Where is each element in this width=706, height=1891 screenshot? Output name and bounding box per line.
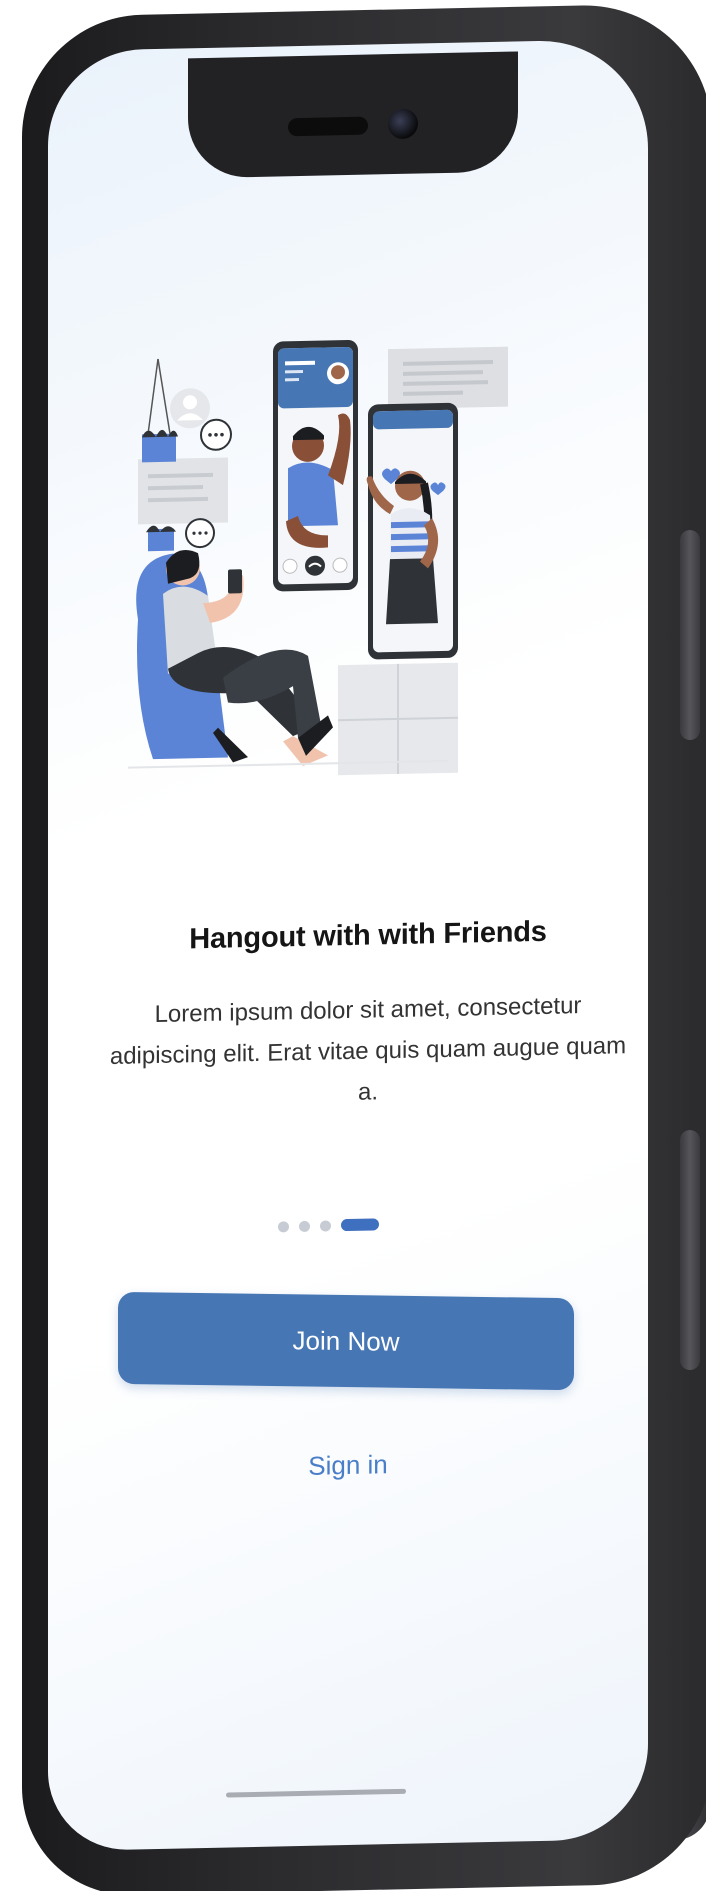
chat-panel-shape (138, 457, 228, 525)
page-indicator (278, 1213, 438, 1236)
phone-mockup-scene: Hangout with with Friends Lorem ipsum do… (0, 0, 706, 1891)
notch (188, 51, 518, 179)
video-call-illustration (128, 339, 508, 776)
plant-pot (142, 433, 176, 463)
page-dot[interactable] (278, 1220, 289, 1232)
onboarding-description: Lorem ipsum dolor sit amet, consectetur … (109, 992, 627, 1106)
video-call-phone-right (366, 402, 458, 660)
page-dot-active[interactable] (341, 1218, 379, 1232)
volume-button (680, 530, 700, 740)
join-now-button[interactable]: Join Now (118, 1291, 574, 1391)
phone-screen: Hangout with with Friends Lorem ipsum do… (48, 38, 648, 1852)
chat-bubble-icon (200, 418, 232, 451)
chat-bubble-icon (185, 518, 215, 549)
power-button (680, 1130, 700, 1370)
front-camera-icon (388, 108, 418, 140)
onboarding-title: Hangout with with Friends (189, 915, 547, 956)
page-dot[interactable] (299, 1220, 310, 1232)
home-indicator[interactable] (226, 1788, 406, 1798)
speaker-grille (288, 116, 368, 137)
sign-in-link[interactable]: Sign in (208, 1447, 488, 1484)
phone-in-hand (228, 569, 242, 594)
page-dot[interactable] (320, 1219, 331, 1232)
chat-panel-shape (388, 346, 508, 410)
video-call-phone-left (273, 339, 358, 592)
user-avatar-icon (170, 388, 210, 429)
